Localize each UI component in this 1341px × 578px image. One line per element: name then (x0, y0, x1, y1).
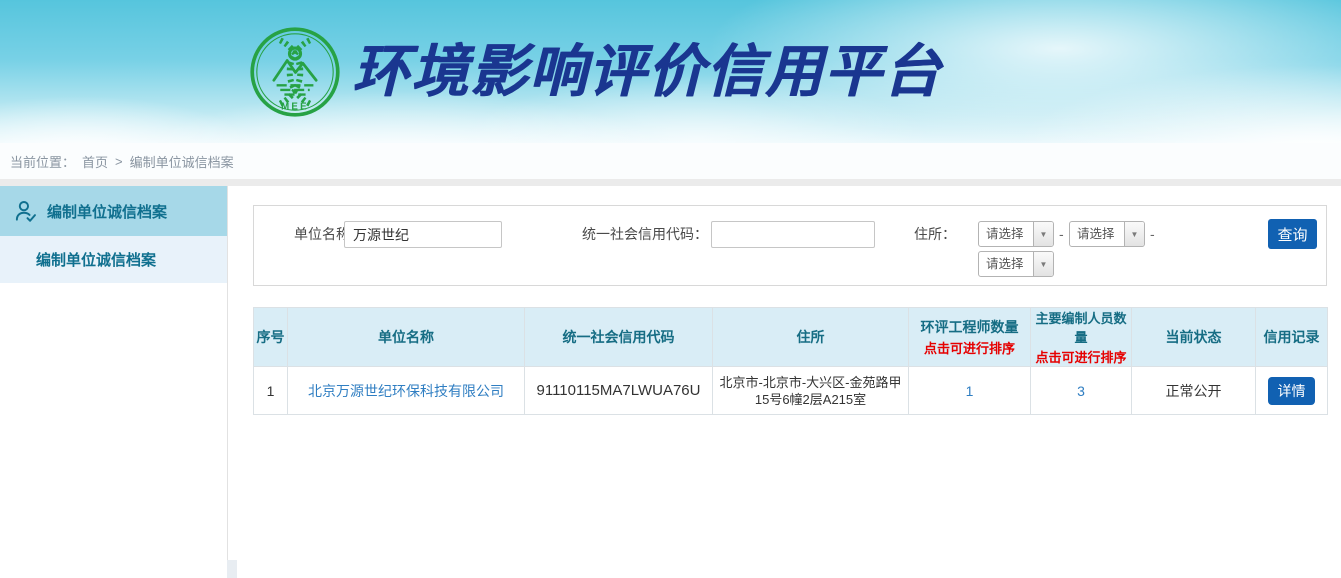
col-address: 住所 (713, 308, 909, 367)
col-unit-name: 单位名称 (288, 308, 525, 367)
cell-credit-record: 详情 (1256, 367, 1328, 415)
province-select-value: 请选择 (979, 222, 1033, 246)
col-staff-count-label: 主要编制人员数量 (1035, 311, 1126, 345)
sort-hint: 点击可进行排序 (910, 338, 1029, 357)
cell-address: 北京市-北京市-大兴区-金苑路甲15号6幢2层A215室 (713, 367, 909, 415)
results-table: 序号 单位名称 统一社会信用代码 住所 环评工程师数量 点击可进行排序 主要编制… (253, 307, 1328, 415)
header-divider (0, 179, 1341, 186)
unit-name-input[interactable] (344, 221, 502, 248)
col-credit-record: 信用记录 (1256, 308, 1328, 367)
address-label: 住所： (914, 221, 956, 248)
cell-engineer-count: 1 (909, 367, 1031, 415)
page: MEE 环境影响评价信用平台 当前位置： 首页 > 编制单位诚信档案 编制单位诚… (0, 0, 1341, 578)
sidebar-item-unit-credit-archive[interactable]: 编制单位诚信档案 (0, 186, 227, 236)
breadcrumb-bar: 当前位置： 首页 > 编制单位诚信档案 (0, 143, 1341, 179)
district-select-value: 请选择 (979, 252, 1033, 276)
sidebar-subitem-unit-credit-archive[interactable]: 编制单位诚信档案 (0, 236, 227, 283)
staff-count-link[interactable]: 3 (1077, 383, 1085, 399)
person-check-icon (12, 198, 38, 224)
sidebar: 编制单位诚信档案 编制单位诚信档案 (0, 186, 227, 578)
engineer-count-link[interactable]: 1 (966, 383, 974, 399)
unit-name-link[interactable]: 北京万源世纪环保科技有限公司 (308, 383, 504, 399)
chevron-down-icon: ▼ (1124, 222, 1144, 246)
mee-logo-icon: MEE (249, 26, 341, 118)
scrollbar-thumb[interactable] (227, 560, 237, 578)
cell-staff-count: 3 (1031, 367, 1132, 415)
province-select[interactable]: 请选择 ▼ (978, 221, 1054, 247)
select-separator: - (1059, 221, 1064, 248)
table-row: 1 北京万源世纪环保科技有限公司 91110115MA7LWUA76U 北京市-… (254, 367, 1328, 415)
col-staff-count-sortable[interactable]: 主要编制人员数量 点击可进行排序 (1031, 308, 1132, 367)
sidebar-item-label: 编制单位诚信档案 (47, 201, 167, 222)
select-separator: - (1150, 221, 1155, 248)
city-select[interactable]: 请选择 ▼ (1069, 221, 1145, 247)
detail-button[interactable]: 详情 (1268, 377, 1315, 405)
sidebar-divider (227, 186, 228, 578)
credit-code-input[interactable] (711, 221, 875, 248)
breadcrumb-home-link[interactable]: 首页 (82, 152, 108, 171)
breadcrumb-current: 编制单位诚信档案 (130, 152, 234, 171)
col-engineer-count-label: 环评工程师数量 (921, 319, 1019, 335)
site-banner: MEE 环境影响评价信用平台 (0, 0, 1341, 143)
col-index: 序号 (254, 308, 288, 367)
credit-code-label: 统一社会信用代码： (568, 221, 708, 248)
mee-logo-text: MEE (281, 101, 309, 112)
table-header-row: 序号 单位名称 统一社会信用代码 住所 环评工程师数量 点击可进行排序 主要编制… (254, 308, 1328, 367)
breadcrumb-separator: > (115, 154, 123, 169)
cell-index: 1 (254, 367, 288, 415)
city-select-value: 请选择 (1070, 222, 1124, 246)
breadcrumb: 当前位置： 首页 > 编制单位诚信档案 (0, 143, 1341, 179)
cell-unit-name: 北京万源世纪环保科技有限公司 (288, 367, 525, 415)
cell-credit-code: 91110115MA7LWUA76U (525, 367, 713, 415)
cell-status: 正常公开 (1132, 367, 1256, 415)
site-title: 环境影响评价信用平台 (352, 26, 942, 118)
col-credit-code: 统一社会信用代码 (525, 308, 713, 367)
chevron-down-icon: ▼ (1033, 222, 1053, 246)
results-table-wrap: 序号 单位名称 统一社会信用代码 住所 环评工程师数量 点击可进行排序 主要编制… (253, 307, 1327, 415)
district-select[interactable]: 请选择 ▼ (978, 251, 1054, 277)
sort-hint: 点击可进行排序 (1032, 347, 1130, 366)
chevron-down-icon: ▼ (1033, 252, 1053, 276)
breadcrumb-prefix: 当前位置： (10, 152, 75, 171)
query-button[interactable]: 查询 (1268, 219, 1317, 249)
col-engineer-count-sortable[interactable]: 环评工程师数量 点击可进行排序 (909, 308, 1031, 367)
col-status: 当前状态 (1132, 308, 1256, 367)
sidebar-subitem-label: 编制单位诚信档案 (36, 249, 156, 270)
search-panel: 单位名称： 统一社会信用代码： 住所： 请选择 ▼ - 请选择 ▼ - 请选择 … (253, 205, 1327, 286)
